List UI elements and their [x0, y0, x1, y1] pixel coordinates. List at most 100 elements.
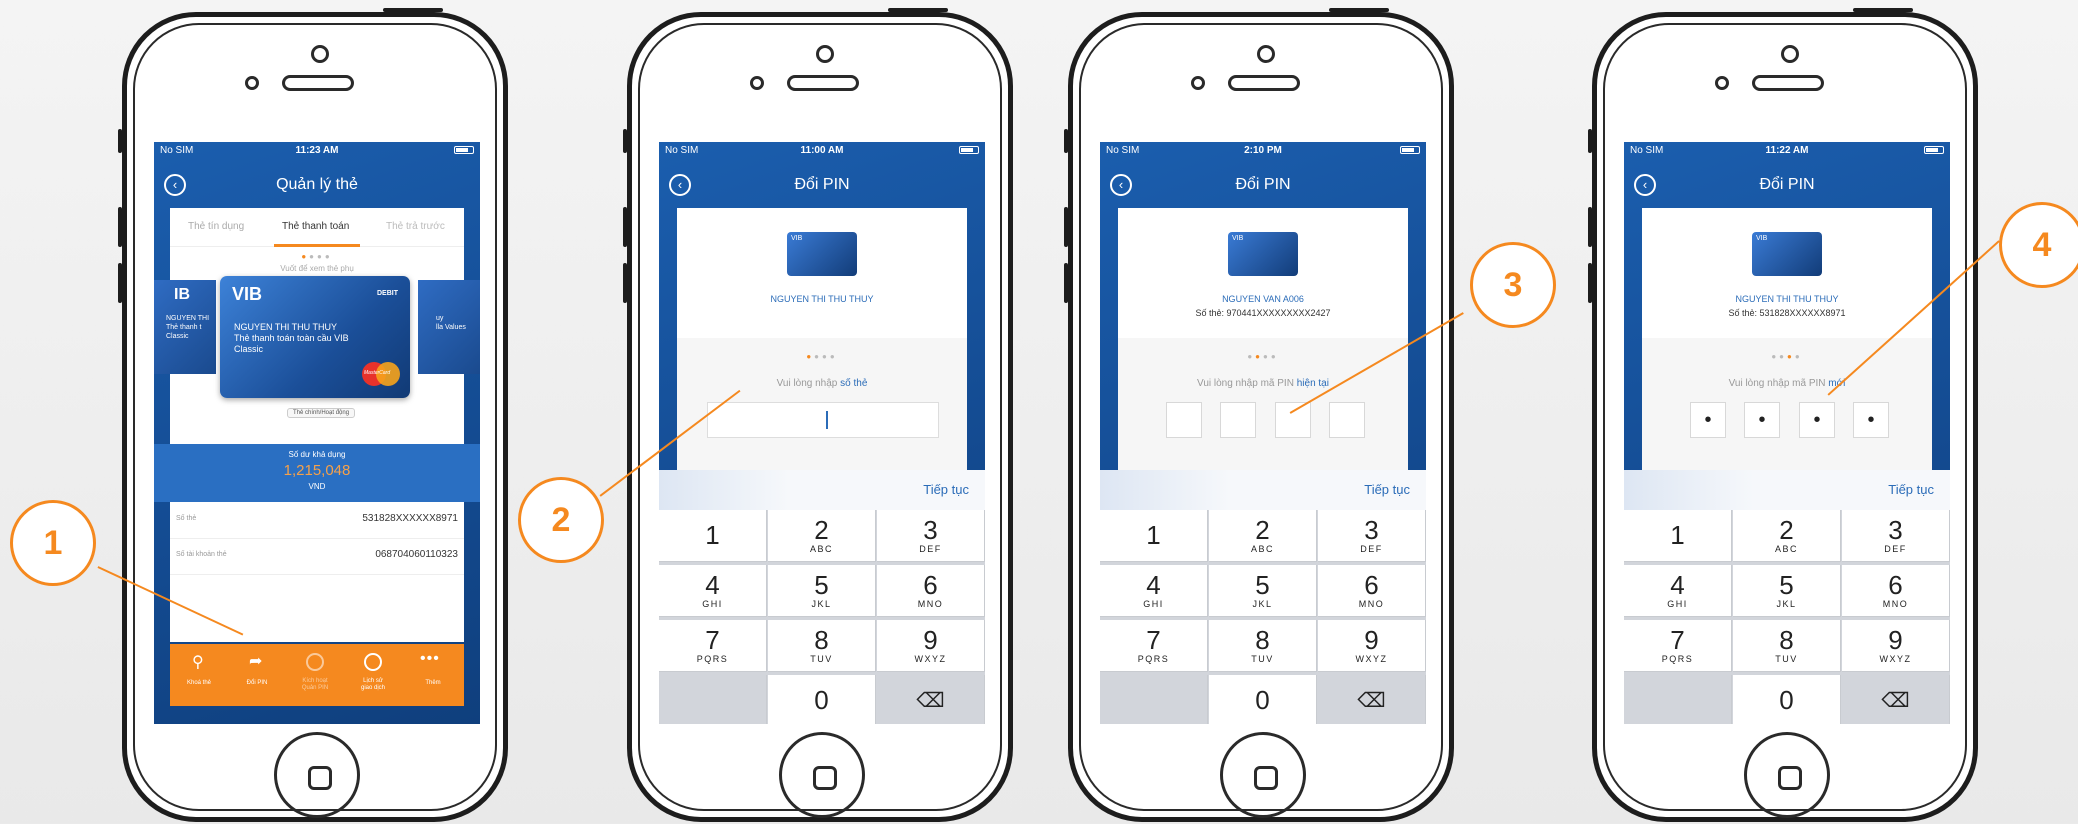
- phone-frame-1: No SIM 11:23 AM ‹ Quản lý thẻ Thẻ tín dụ…: [118, 8, 508, 822]
- info-row-account-number: Số tài khoản thẻ 068704060110323: [170, 538, 464, 575]
- screen-change-pin-new: No SIM 11:22 AM ‹ Đổi PIN VIB NGUYEN THI…: [1624, 142, 1950, 724]
- continue-button[interactable]: Tiếp tục: [1888, 482, 1934, 497]
- pin-digit-2[interactable]: •: [1744, 402, 1780, 438]
- tab-debit[interactable]: Thẻ thanh toán: [282, 221, 349, 232]
- backspace-key[interactable]: ⌫: [877, 675, 985, 724]
- keypad-blank: [1624, 675, 1732, 724]
- keypad-key-5[interactable]: 5 JKL: [1209, 565, 1317, 617]
- keypad-key-6[interactable]: 6 MNO: [1842, 565, 1950, 617]
- home-button[interactable]: [1744, 732, 1830, 818]
- backspace-icon: ⌫: [1881, 690, 1910, 712]
- keypad-key-3[interactable]: 3 DEF: [1318, 510, 1426, 562]
- input-panel: ●●●● Vui lòng nhập mã PIN mới • • • •: [1642, 338, 1932, 470]
- home-button[interactable]: [274, 732, 360, 818]
- share-icon: ➦: [249, 653, 263, 670]
- key-letters: JKL: [811, 599, 832, 609]
- key-digit: 3: [1364, 515, 1379, 545]
- card-peek-left: IB NGUYEN THI Thẻ thanh t Classic: [154, 280, 216, 374]
- key-letters: WXYZ: [914, 654, 947, 664]
- tab-prepaid[interactable]: Thẻ trả trước: [386, 221, 445, 232]
- card-panel: VIB NGUYEN THI THU THUY: [677, 208, 967, 338]
- keypad-key-9[interactable]: 9 WXYZ: [1318, 620, 1426, 672]
- pin-digit-3[interactable]: •: [1799, 402, 1835, 438]
- keypad-key-8[interactable]: 8 TUV: [1733, 620, 1841, 672]
- input-prompt: Vui lòng nhập mã PIN mới: [1728, 378, 1846, 389]
- key-digit: 6: [923, 570, 938, 600]
- keypad-key-1[interactable]: 1: [659, 510, 767, 562]
- keypad-key-1[interactable]: 1: [1624, 510, 1732, 562]
- history-icon: [364, 653, 382, 671]
- home-button[interactable]: [1220, 732, 1306, 818]
- input-panel: ●●●● Vui lòng nhập mã PIN hiện tại: [1118, 338, 1408, 470]
- keypad-key-3[interactable]: 3 DEF: [877, 510, 985, 562]
- continue-button[interactable]: Tiếp tục: [1364, 482, 1410, 497]
- keypad-key-1[interactable]: 1: [1100, 510, 1208, 562]
- card-brand: VIB: [232, 284, 263, 304]
- keypad-key-9[interactable]: 9 WXYZ: [1842, 620, 1950, 672]
- keypad-key-2[interactable]: 2 ABC: [1733, 510, 1841, 562]
- card-number: Số thẻ: 531828XXXXXX8971: [1728, 308, 1846, 318]
- text-cursor: [826, 411, 828, 429]
- key-letters: PQRS: [1661, 654, 1694, 664]
- sensor: [750, 76, 764, 90]
- tab-credit[interactable]: Thẻ tín dụng: [188, 221, 244, 232]
- tab-indicator: [274, 244, 360, 247]
- status-bar: No SIM 11:23 AM: [154, 145, 480, 159]
- keypad-key-4[interactable]: 4 GHI: [659, 565, 767, 617]
- keypad-key-4[interactable]: 4 GHI: [1100, 565, 1208, 617]
- keypad-key-7[interactable]: 7 PQRS: [659, 620, 767, 672]
- phone-frame-3: No SIM 2:10 PM ‹ Đổi PIN VIB NGUYEN VAN …: [1064, 8, 1454, 822]
- keypad-key-7[interactable]: 7 PQRS: [1100, 620, 1208, 672]
- backspace-key[interactable]: ⌫: [1318, 675, 1426, 724]
- keypad-key-3[interactable]: 3 DEF: [1842, 510, 1950, 562]
- keypad-key-0[interactable]: 0: [1733, 675, 1841, 724]
- backspace-key[interactable]: ⌫: [1842, 675, 1950, 724]
- keypad-key-6[interactable]: 6 MNO: [877, 565, 985, 617]
- pin-digit-1[interactable]: •: [1690, 402, 1726, 438]
- front-camera: [816, 45, 834, 63]
- action-more[interactable]: ••• Thêm: [402, 644, 464, 706]
- keypad-key-8[interactable]: 8 TUV: [768, 620, 876, 672]
- action-change-pin[interactable]: ➦ Đổi PIN: [228, 644, 286, 706]
- keypad-key-7[interactable]: 7 PQRS: [1624, 620, 1732, 672]
- keypad-key-5[interactable]: 5 JKL: [1733, 565, 1841, 617]
- action-activate[interactable]: Kích hoạt Quản PIN: [286, 644, 344, 706]
- key-letters: DEF: [1360, 544, 1383, 554]
- card-action-bar: ⚲ Khoá thẻ ➦ Đổi PIN Kích hoạt Quản PIN …: [170, 644, 464, 706]
- keypad-key-6[interactable]: 6 MNO: [1318, 565, 1426, 617]
- keypad-key-5[interactable]: 5 JKL: [768, 565, 876, 617]
- card-number-input[interactable]: [707, 402, 939, 438]
- pin-digit-3[interactable]: [1275, 402, 1311, 438]
- keypad-key-4[interactable]: 4 GHI: [1624, 565, 1732, 617]
- continue-button[interactable]: Tiếp tục: [923, 482, 969, 497]
- pin-digit-4[interactable]: [1329, 402, 1365, 438]
- keypad-key-8[interactable]: 8 TUV: [1209, 620, 1317, 672]
- status-bar: No SIM 2:10 PM: [1100, 145, 1426, 159]
- action-lock-card[interactable]: ⚲ Khoá thẻ: [170, 644, 228, 706]
- bank-card[interactable]: VIB DEBIT NGUYEN THI THU THUY Thẻ thanh …: [220, 276, 410, 398]
- screen-change-pin-card-number: No SIM 11:00 AM ‹ Đổi PIN VIB NGUYEN THI…: [659, 142, 985, 724]
- keypad-key-0[interactable]: 0: [768, 675, 876, 724]
- key-letters: ABC: [1250, 544, 1274, 554]
- key-digit: 5: [1255, 570, 1270, 600]
- key-letters: MNO: [917, 599, 944, 609]
- numeric-keypad: 1 2 ABC 3 DEF 4 GHI 5 JKL 6 MNO 7 PQRS 8 TUV 9 WXYZ 0 ⌫: [1624, 510, 1950, 724]
- backspace-icon: ⌫: [916, 690, 945, 712]
- input-prompt: Vui lòng nhập số thẻ: [776, 378, 868, 389]
- keypad-key-9[interactable]: 9 WXYZ: [877, 620, 985, 672]
- keypad-key-0[interactable]: 0: [1209, 675, 1317, 724]
- keypad-key-2[interactable]: 2 ABC: [1209, 510, 1317, 562]
- phone-frame-2: No SIM 11:00 AM ‹ Đổi PIN VIB NGUYEN THI…: [623, 8, 1013, 822]
- key-digit: 3: [1888, 515, 1903, 545]
- step-marker-4: 4: [1999, 202, 2078, 288]
- pin-digit-1[interactable]: [1166, 402, 1202, 438]
- key-digit: 4: [705, 570, 720, 600]
- pin-digit-4[interactable]: •: [1853, 402, 1889, 438]
- key-digit: 1: [1670, 520, 1685, 550]
- home-button[interactable]: [779, 732, 865, 818]
- card-type: DEBIT: [377, 290, 398, 297]
- action-history[interactable]: Lịch sử giao dịch: [344, 644, 402, 706]
- keypad-key-2[interactable]: 2 ABC: [768, 510, 876, 562]
- pin-digit-2[interactable]: [1220, 402, 1256, 438]
- sensor: [245, 76, 259, 90]
